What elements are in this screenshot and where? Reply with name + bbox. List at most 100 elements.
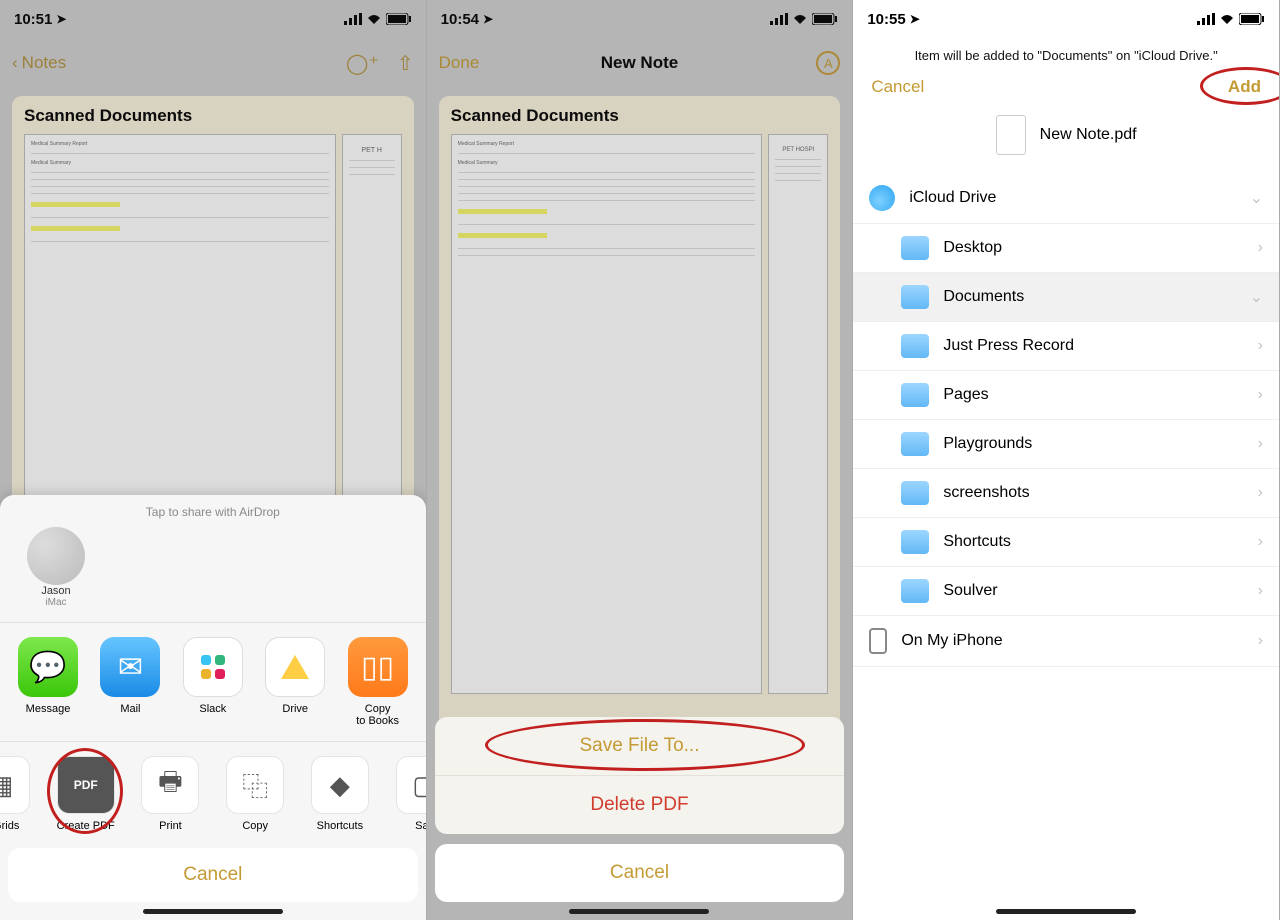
option-label: Save File To... bbox=[579, 735, 699, 756]
share-slack[interactable]: Slack bbox=[175, 637, 251, 727]
markup-icon[interactable]: A bbox=[816, 51, 840, 75]
action-create-pdf[interactable]: PDF Create PDF bbox=[45, 756, 127, 832]
books-icon: ▯▯ bbox=[348, 637, 408, 697]
action-shortcuts[interactable]: ◆ Shortcuts bbox=[299, 756, 381, 832]
app-label: Slack bbox=[175, 703, 251, 715]
add-button[interactable]: Add bbox=[1228, 77, 1261, 97]
action-save[interactable]: ▢ Sav bbox=[384, 756, 426, 832]
app-label: Mail bbox=[92, 703, 168, 715]
delete-pdf-button[interactable]: Delete PDF bbox=[435, 776, 845, 834]
scan-page-1[interactable]: Medical Summary ReportMedical Summary bbox=[451, 134, 763, 694]
phone-icon bbox=[869, 628, 887, 654]
status-bar: 10:51 ➤ bbox=[0, 0, 426, 38]
folder-documents[interactable]: Documents ⌄ bbox=[853, 273, 1279, 322]
location-on-my-iphone[interactable]: On My iPhone › bbox=[853, 616, 1279, 667]
save-icon: ▢ bbox=[396, 756, 426, 814]
action-label: Copy bbox=[214, 820, 296, 832]
folder-label: Just Press Record bbox=[943, 337, 1074, 355]
back-label: Notes bbox=[22, 53, 66, 73]
cancel-button[interactable]: Cancel bbox=[871, 77, 924, 97]
avatar bbox=[27, 527, 85, 585]
file-preview: New Note.pdf bbox=[853, 107, 1279, 173]
action-sheet: Save File To... Delete PDF Cancel bbox=[427, 709, 853, 920]
people-icon[interactable]: ◯⁺ bbox=[346, 51, 379, 76]
folder-icon bbox=[901, 481, 929, 505]
chevron-right-icon: › bbox=[1258, 337, 1263, 355]
folder-desktop[interactable]: Desktop › bbox=[853, 224, 1279, 273]
note-title: Scanned Documents bbox=[451, 106, 829, 126]
save-file-to-button[interactable]: Save File To... bbox=[435, 717, 845, 776]
folder-playgrounds[interactable]: Playgrounds › bbox=[853, 420, 1279, 469]
pdf-icon: PDF bbox=[57, 756, 115, 814]
folder-list[interactable]: iCloud Drive ⌄ Desktop › Documents ⌄ Jus… bbox=[853, 173, 1279, 667]
app-label: Drive bbox=[257, 703, 333, 715]
share-books[interactable]: ▯▯ Copy to Books bbox=[340, 637, 416, 727]
status-bar: 10:54 ➤ bbox=[427, 0, 853, 38]
scan-page-2[interactable]: PET HOSPI bbox=[768, 134, 828, 694]
folder-just-press-record[interactable]: Just Press Record › bbox=[853, 322, 1279, 371]
status-time: 10:51 bbox=[14, 11, 52, 28]
folder-icon bbox=[901, 236, 929, 260]
airdrop-contact[interactable]: Jason iMac bbox=[16, 527, 96, 608]
file-name: New Note.pdf bbox=[1040, 126, 1137, 144]
action-label: Sav bbox=[384, 820, 426, 832]
share-apps-row: 💬 Message ✉︎ Mail Slack Drive ▯▯ Copy to… bbox=[0, 623, 426, 742]
drive-icon bbox=[265, 637, 325, 697]
action-label: & Grids bbox=[0, 820, 42, 832]
chevron-left-icon: ‹ bbox=[12, 53, 18, 73]
location-icon: ➤ bbox=[910, 12, 920, 26]
status-icons bbox=[770, 13, 838, 25]
note-content: Scanned Documents Medical Summary Report… bbox=[439, 96, 841, 736]
airdrop-name: Jason bbox=[16, 585, 96, 597]
panel-file-picker: 10:55 ➤ Item will be added to "Documents… bbox=[853, 0, 1280, 920]
back-button[interactable]: ‹ Notes bbox=[12, 53, 66, 73]
grid-icon: ▦ bbox=[0, 756, 30, 814]
slack-icon bbox=[183, 637, 243, 697]
folder-icon bbox=[901, 579, 929, 603]
home-indicator[interactable] bbox=[996, 909, 1136, 914]
action-print[interactable]: 🖶 Print bbox=[129, 756, 211, 832]
folder-soulver[interactable]: Soulver › bbox=[853, 567, 1279, 616]
action-copy[interactable]: ⿻ Copy bbox=[214, 756, 296, 832]
share-sheet: Tap to share with AirDrop Jason iMac 💬 M… bbox=[0, 495, 426, 920]
panel-pdf-actions: 10:54 ➤ Done New Note A Scanned Document… bbox=[427, 0, 854, 920]
folder-label: Soulver bbox=[943, 582, 997, 600]
print-icon: 🖶 bbox=[141, 756, 199, 814]
home-indicator[interactable] bbox=[569, 909, 709, 914]
app-label: Copy to Books bbox=[340, 703, 416, 727]
folder-icon bbox=[901, 530, 929, 554]
airdrop-hint: Tap to share with AirDrop bbox=[0, 505, 426, 519]
cancel-button[interactable]: Cancel bbox=[8, 848, 418, 902]
airdrop-device: iMac bbox=[16, 597, 96, 608]
chevron-right-icon: › bbox=[1258, 386, 1263, 404]
folder-label: Desktop bbox=[943, 239, 1002, 257]
status-time: 10:55 bbox=[867, 11, 905, 28]
done-button[interactable]: Done bbox=[439, 53, 480, 73]
cancel-button[interactable]: Cancel bbox=[435, 844, 845, 902]
share-mail[interactable]: ✉︎ Mail bbox=[92, 637, 168, 727]
app-label: Message bbox=[10, 703, 86, 715]
share-message[interactable]: 💬 Message bbox=[10, 637, 86, 727]
folder-shortcuts[interactable]: Shortcuts › bbox=[853, 518, 1279, 567]
shortcuts-icon: ◆ bbox=[311, 756, 369, 814]
folder-pages[interactable]: Pages › bbox=[853, 371, 1279, 420]
folder-icon bbox=[901, 285, 929, 309]
home-indicator[interactable] bbox=[143, 909, 283, 914]
folder-screenshots[interactable]: screenshots › bbox=[853, 469, 1279, 518]
folder-label: Playgrounds bbox=[943, 435, 1032, 453]
status-icons bbox=[1197, 13, 1265, 25]
location-icon: ➤ bbox=[483, 12, 493, 26]
action-grids[interactable]: ▦ & Grids bbox=[0, 756, 42, 832]
location-icloud-drive[interactable]: iCloud Drive ⌄ bbox=[853, 173, 1279, 224]
chevron-right-icon: › bbox=[1258, 239, 1263, 257]
location-icon: ➤ bbox=[56, 12, 66, 26]
add-label: Add bbox=[1228, 77, 1261, 96]
message-icon: 💬 bbox=[18, 637, 78, 697]
mail-icon: ✉︎ bbox=[100, 637, 160, 697]
folder-label: screenshots bbox=[943, 484, 1029, 502]
note-title: Scanned Documents bbox=[24, 106, 402, 126]
action-label: Create PDF bbox=[45, 820, 127, 832]
share-drive[interactable]: Drive bbox=[257, 637, 333, 727]
share-icon[interactable]: ⇧ bbox=[397, 51, 414, 76]
status-time: 10:54 bbox=[441, 11, 479, 28]
